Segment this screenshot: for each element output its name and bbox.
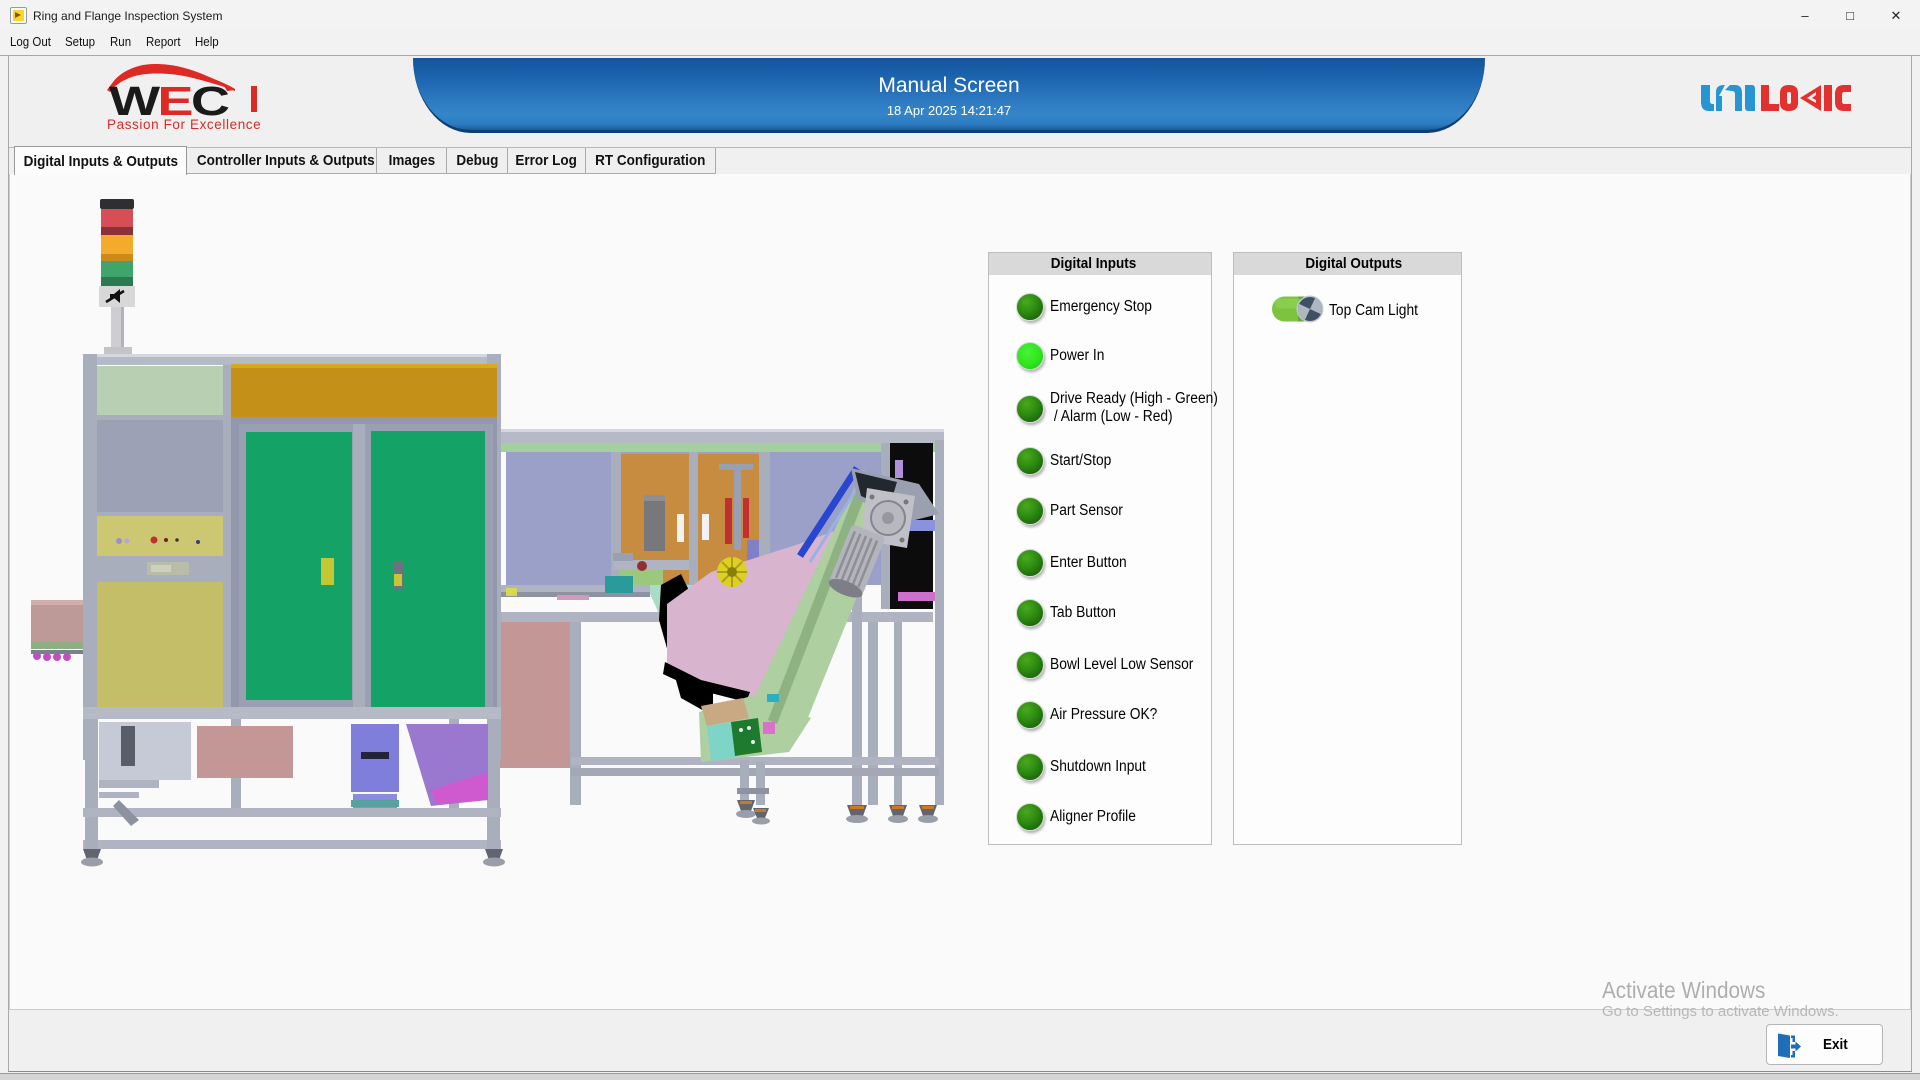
svg-text:Passion For Excellence: Passion For Excellence — [107, 117, 261, 132]
